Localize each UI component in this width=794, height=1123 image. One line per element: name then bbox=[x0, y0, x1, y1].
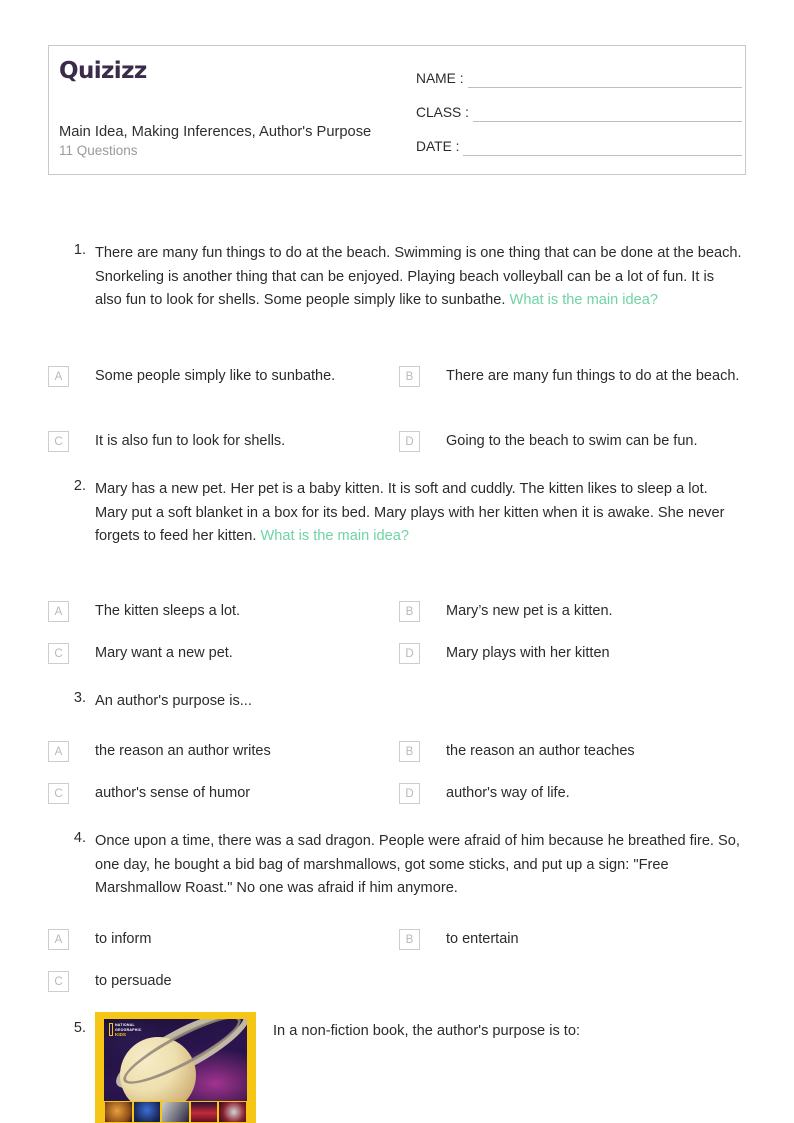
option-text: to inform bbox=[95, 931, 152, 947]
natgeo-line-3: KIDS bbox=[115, 1032, 126, 1038]
date-input-line[interactable] bbox=[463, 138, 742, 156]
option-d[interactable]: D Going to the beach to swim can be fun. bbox=[399, 429, 744, 453]
header-left-section: Quizizz Main Idea, Making Inferences, Au… bbox=[59, 46, 439, 174]
header-fields-section: NAME : CLASS : DATE : bbox=[416, 46, 746, 174]
question-text: There are many fun things to do at the b… bbox=[95, 242, 743, 313]
option-a[interactable]: A the reason an author writes bbox=[48, 739, 393, 763]
option-b[interactable]: B to entertain bbox=[399, 927, 744, 951]
strip-cell bbox=[189, 1101, 219, 1123]
option-letter-badge: A bbox=[48, 601, 69, 622]
question-passage: Mary has a new pet. Her pet is a baby ki… bbox=[95, 481, 725, 544]
option-text: The kitten sleeps a lot. bbox=[95, 603, 241, 619]
national-geographic-logo: NATIONAL GEOGRAPHIC KIDS bbox=[109, 1023, 147, 1038]
question-prompt-accent: What is the main idea? bbox=[260, 528, 409, 544]
strip-cell bbox=[218, 1101, 247, 1123]
option-letter-badge: C bbox=[48, 431, 69, 452]
option-text: to entertain bbox=[446, 931, 519, 947]
name-field-row: NAME : bbox=[416, 68, 742, 88]
date-field-row: DATE : bbox=[416, 136, 742, 156]
option-text: the reason an author teaches bbox=[446, 743, 635, 759]
option-d[interactable]: D author's way of life. bbox=[399, 781, 744, 805]
quiz-title: Main Idea, Making Inferences, Author's P… bbox=[59, 124, 372, 140]
question-text-highlight: non-fiction book bbox=[301, 1023, 405, 1039]
name-input-line[interactable] bbox=[467, 70, 742, 88]
strip-cell bbox=[132, 1101, 162, 1123]
option-a[interactable]: A Some people simply like to sunbathe. bbox=[48, 364, 393, 388]
book-cover-art: NATIONAL GEOGRAPHIC KIDS bbox=[104, 1019, 247, 1123]
option-text: to persuade bbox=[95, 973, 172, 989]
date-field-label: DATE : bbox=[416, 139, 460, 154]
name-field-label: NAME : bbox=[416, 71, 464, 86]
cover-thumbnail-strip bbox=[104, 1101, 247, 1123]
option-letter-badge: A bbox=[48, 929, 69, 950]
option-letter-badge: D bbox=[399, 431, 420, 452]
option-c[interactable]: C It is also fun to look for shells. bbox=[48, 429, 393, 453]
quiz-question-count: 11 Questions bbox=[59, 143, 138, 158]
question-text: In a non-fiction book, the author's purp… bbox=[273, 1020, 743, 1043]
option-letter-badge: B bbox=[399, 741, 420, 762]
question-number: 4. bbox=[73, 830, 86, 846]
question-text: Once upon a time, there was a sad dragon… bbox=[95, 830, 743, 901]
option-letter-badge: A bbox=[48, 741, 69, 762]
class-field-label: CLASS : bbox=[416, 105, 469, 120]
question-prompt-accent: What is the main idea? bbox=[509, 292, 658, 308]
option-c[interactable]: C author's sense of humor bbox=[48, 781, 393, 805]
option-d[interactable]: D Mary plays with her kitten bbox=[399, 641, 744, 665]
class-input-line[interactable] bbox=[472, 104, 742, 122]
option-text: Going to the beach to swim can be fun. bbox=[446, 433, 698, 449]
question-passage: An author's purpose is... bbox=[95, 693, 252, 709]
option-a[interactable]: A The kitten sleeps a lot. bbox=[48, 599, 393, 623]
option-letter-badge: B bbox=[399, 366, 420, 387]
option-text: Mary’s new pet is a kitten. bbox=[446, 603, 613, 619]
option-letter-badge: C bbox=[48, 971, 69, 992]
question-number: 1. bbox=[73, 242, 86, 258]
option-text: Some people simply like to sunbathe. bbox=[95, 368, 336, 384]
question-number: 3. bbox=[73, 690, 86, 706]
option-text: Mary plays with her kitten bbox=[446, 645, 610, 661]
strip-cell bbox=[104, 1101, 133, 1123]
worksheet-header-card: Quizizz Main Idea, Making Inferences, Au… bbox=[48, 45, 746, 175]
option-text: There are many fun things to do at the b… bbox=[446, 368, 740, 384]
option-text: Mary want a new pet. bbox=[95, 645, 233, 661]
natgeo-yellow-border-icon bbox=[109, 1023, 113, 1036]
option-text: the reason an author writes bbox=[95, 743, 271, 759]
option-c[interactable]: C Mary want a new pet. bbox=[48, 641, 393, 665]
option-text: author's sense of humor bbox=[95, 785, 251, 801]
question-text: An author's purpose is... bbox=[95, 690, 743, 714]
option-letter-badge: D bbox=[399, 643, 420, 664]
worksheet-page: Quizizz Main Idea, Making Inferences, Au… bbox=[0, 0, 794, 1123]
natgeo-wordmark: NATIONAL GEOGRAPHIC KIDS bbox=[115, 1023, 142, 1038]
option-b[interactable]: B There are many fun things to do at the… bbox=[399, 364, 744, 388]
option-c[interactable]: C to persuade bbox=[48, 969, 393, 993]
option-b[interactable]: B Mary’s new pet is a kitten. bbox=[399, 599, 744, 623]
question-text-after: , the author's purpose is to: bbox=[404, 1023, 581, 1039]
question-text-before: In a bbox=[273, 1023, 302, 1039]
option-letter-badge: B bbox=[399, 929, 420, 950]
natgeo-book-cover-image: NATIONAL GEOGRAPHIC KIDS bbox=[95, 1012, 256, 1123]
option-letter-badge: D bbox=[399, 783, 420, 804]
option-letter-badge: B bbox=[399, 601, 420, 622]
option-text: It is also fun to look for shells. bbox=[95, 433, 286, 449]
strip-cell bbox=[161, 1101, 190, 1123]
question-text: Mary has a new pet. Her pet is a baby ki… bbox=[95, 478, 743, 549]
question-number: 5. bbox=[73, 1020, 86, 1036]
option-letter-badge: A bbox=[48, 366, 69, 387]
option-letter-badge: C bbox=[48, 783, 69, 804]
question-number: 2. bbox=[73, 478, 86, 494]
option-letter-badge: C bbox=[48, 643, 69, 664]
quizizz-logo: Quizizz bbox=[59, 58, 147, 84]
option-text: author's way of life. bbox=[446, 785, 570, 801]
option-b[interactable]: B the reason an author teaches bbox=[399, 739, 744, 763]
class-field-row: CLASS : bbox=[416, 102, 742, 122]
option-a[interactable]: A to inform bbox=[48, 927, 393, 951]
question-passage: Once upon a time, there was a sad dragon… bbox=[95, 833, 740, 896]
